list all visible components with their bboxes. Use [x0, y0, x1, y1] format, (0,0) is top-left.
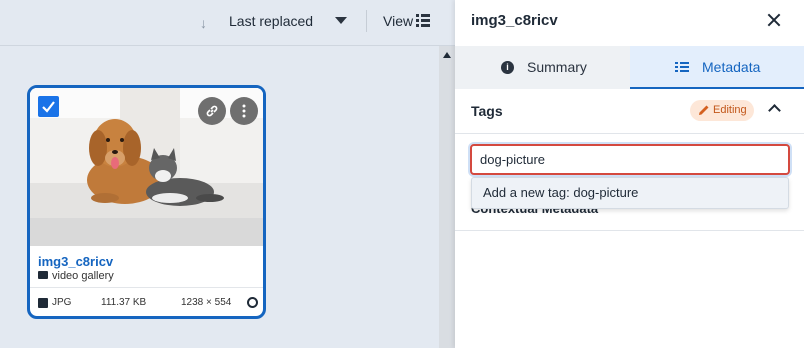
- card-divider: [30, 287, 263, 288]
- add-tag-suggestion[interactable]: Add a new tag: dog-picture: [471, 177, 789, 209]
- kebab-menu-icon: [242, 104, 246, 118]
- image-dimensions: 1238 × 554: [181, 297, 232, 308]
- asset-card[interactable]: img3_c8ricv video gallery JPG 111.37 KB …: [27, 85, 266, 319]
- section-divider: [455, 230, 804, 231]
- asset-folder: video gallery: [38, 270, 114, 282]
- select-checkbox[interactable]: [38, 96, 59, 117]
- details-panel: img3_c8ricv i Summary Metadata Tags Edit…: [455, 0, 804, 348]
- tab-summary-label: Summary: [527, 59, 587, 75]
- asset-thumbnail[interactable]: [30, 88, 263, 246]
- scrollbar[interactable]: [439, 46, 455, 348]
- pencil-icon: [699, 105, 709, 115]
- list-view-icon[interactable]: [416, 14, 430, 27]
- more-options-button[interactable]: [230, 97, 258, 125]
- image-icon: [38, 298, 48, 308]
- panel-tabs: i Summary Metadata: [455, 46, 804, 89]
- editing-badge-label: Editing: [713, 104, 747, 116]
- copy-link-button[interactable]: [198, 97, 226, 125]
- info-icon: i: [501, 61, 514, 74]
- tag-input[interactable]: [470, 144, 790, 175]
- chevron-up-icon[interactable]: [768, 104, 781, 117]
- file-type: JPG: [52, 297, 72, 308]
- metadata-list-icon: [675, 62, 689, 73]
- tab-metadata[interactable]: Metadata: [630, 46, 804, 89]
- checkmark-icon: [42, 101, 55, 113]
- tab-summary[interactable]: i Summary: [455, 46, 630, 89]
- tags-heading: Tags: [471, 103, 503, 119]
- tab-metadata-label: Metadata: [702, 59, 761, 75]
- toolbar: ↓ Last replaced View: [0, 0, 455, 46]
- asset-browser: ↓ Last replaced View img3_c8ricv video g…: [0, 0, 455, 348]
- sort-dropdown-caret-icon[interactable]: [335, 17, 347, 24]
- dog-and-cat-photo: [30, 88, 263, 246]
- close-icon[interactable]: [767, 13, 781, 27]
- asset-title[interactable]: img3_c8ricv: [38, 254, 113, 269]
- globe-icon: [247, 297, 258, 308]
- tags-section-header: Tags Editing: [455, 89, 804, 134]
- editing-badge: Editing: [690, 100, 754, 121]
- folder-icon: [38, 271, 48, 279]
- folder-name: video gallery: [52, 270, 114, 282]
- scroll-up-arrow-icon[interactable]: [443, 52, 451, 58]
- link-icon: [206, 105, 218, 117]
- view-label[interactable]: View: [383, 13, 413, 29]
- sort-direction-icon[interactable]: ↓: [200, 14, 214, 32]
- toolbar-divider: [366, 10, 367, 32]
- sort-label[interactable]: Last replaced: [229, 13, 313, 29]
- asset-meta-row: JPG 111.37 KB 1238 × 554: [30, 295, 263, 311]
- panel-title: img3_c8ricv: [471, 12, 558, 29]
- file-size: 111.37 KB: [101, 297, 147, 308]
